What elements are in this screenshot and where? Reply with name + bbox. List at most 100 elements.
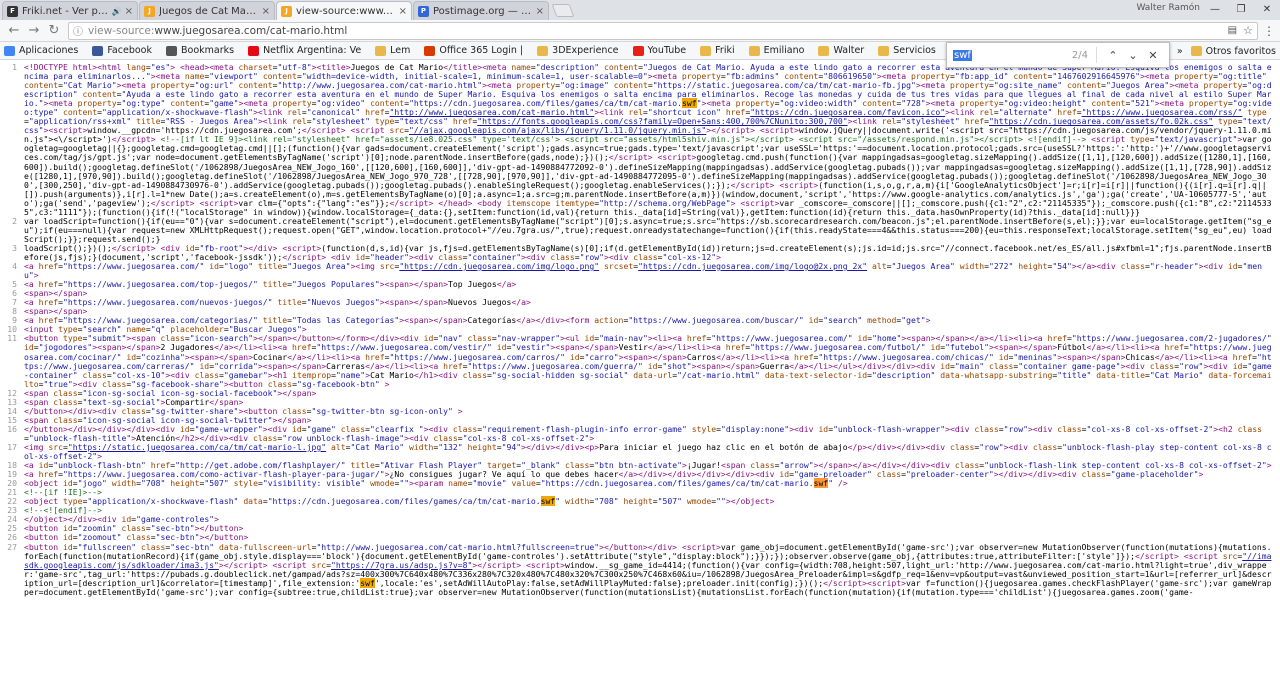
url-prefix: view-source: (88, 24, 155, 37)
bookmark-item[interactable]: YouTube (632, 45, 687, 56)
line-code: loadScript();})();</script> <div id="fb-… (24, 242, 1272, 262)
tab-3[interactable]: Jview-source:www.juegosa× (276, 1, 412, 20)
source-view: 1 <!DOCTYPE html><html lang="es"> <head><… (0, 61, 1280, 693)
tab-favicon-icon: P (418, 5, 429, 17)
page-action-icon[interactable]: ▤ (1228, 25, 1237, 36)
profile-name[interactable]: Walter Ramón (1136, 3, 1200, 13)
bookmark-label: Netflix Argentina: Ve (263, 45, 362, 56)
bookmark-favicon-icon (4, 45, 15, 56)
browser-toolbar: ← → ↻ ⓘ view-source:www.juegosarea.com/c… (0, 20, 1280, 42)
tab-title: Juegos de Cat Mario (159, 5, 259, 17)
close-window-button[interactable]: ✕ (1254, 0, 1280, 18)
line-number: 1 (12, 62, 17, 72)
line-code: <!DOCTYPE html><html lang="es"> <head><m… (24, 62, 1272, 217)
url-text: www.juegosarea.com/cat-mario.html (154, 24, 348, 37)
line-number: 2 (12, 215, 17, 226)
bookmark-favicon-icon (818, 45, 830, 56)
bookmark-label: Friki (715, 45, 735, 56)
tab-title: Friki.net - Ver perfil: m (22, 5, 109, 17)
line-number: 17 (7, 442, 17, 452)
line-code: <button id="fullscreen" class="sec-btn" … (24, 541, 1272, 597)
address-bar[interactable]: ⓘ view-source:www.juegosarea.com/cat-mar… (68, 21, 1258, 40)
tab-close-icon[interactable]: × (262, 6, 270, 17)
tab-4[interactable]: P Postimage.org — free im× (413, 1, 549, 20)
bookmark-label: Office 365 Login | (439, 45, 524, 56)
line-code: <img src="https://static.juegosarea.com/… (24, 442, 1272, 462)
bookmarks-overflow-button[interactable]: » (1177, 46, 1183, 57)
tab-close-icon[interactable]: × (536, 6, 544, 17)
tab-close-icon[interactable]: × (399, 6, 407, 17)
line-number: 11 (7, 333, 17, 344)
tab-favicon-icon: F (7, 5, 18, 17)
bookmark-item[interactable]: Bookmarks (165, 45, 235, 56)
find-input[interactable]: swf (953, 49, 1072, 61)
bookmark-label: Emiliano (763, 45, 805, 56)
line-number: 4 (12, 261, 17, 272)
line-code: <a href="https://www.juegosarea.com/top-… (24, 279, 517, 290)
bookmark-item[interactable]: Office 365 Login | (424, 45, 523, 56)
bookmark-favicon-icon (748, 45, 760, 56)
bookmark-star-icon[interactable]: ☆ (1243, 24, 1253, 37)
find-query: swf (953, 49, 972, 61)
folder-icon (1190, 46, 1202, 56)
tab-favicon-icon: J (281, 5, 292, 17)
line-number: 3 (12, 242, 17, 253)
tab-2[interactable]: J Juegos de Cat Mario × (139, 1, 275, 20)
bookmark-favicon-icon (537, 45, 549, 56)
line-code: var loadScript=function(){if(eu=="0"){va… (24, 215, 1272, 244)
bookmark-label: Aplicaciones (19, 45, 79, 56)
reload-icon[interactable]: ↻ (44, 22, 64, 40)
bookmark-favicon-icon (92, 45, 104, 56)
line-number: 27 (7, 541, 17, 552)
address-url[interactable]: view-source:www.juegosarea.com/cat-mario… (88, 25, 1228, 37)
tab-1[interactable]: F Friki.net - Ver perfil: m🔊× (2, 1, 138, 20)
bookmarks-right: » Otros favoritos (1177, 42, 1276, 59)
line-code: <a href="https://www.juegosarea.com/nuev… (24, 297, 531, 308)
maximize-button[interactable]: ❐ (1228, 0, 1254, 18)
tab-close-icon[interactable]: × (125, 6, 133, 17)
line-code: <object id="jogo" width="708" height="50… (24, 478, 848, 489)
line-number: 5 (12, 279, 17, 290)
window-controls: — ❐ ✕ (1202, 0, 1280, 18)
page-info-icon[interactable]: ⓘ (73, 23, 83, 38)
find-next-icon[interactable]: ⌄ (1123, 49, 1143, 62)
tab-title: Postimage.org — free im (433, 5, 533, 17)
line-number: 8 (12, 306, 17, 317)
bookmark-favicon-icon (375, 45, 387, 56)
other-bookmarks-folder[interactable]: Otros favoritos (1190, 45, 1276, 57)
bookmark-label: YouTube (647, 45, 687, 56)
forward-icon[interactable]: → (24, 22, 44, 40)
find-bar: swf 2/4 ⌃ ⌄ ✕ (946, 42, 1170, 68)
bookmark-label: Facebook (107, 45, 152, 56)
bookmark-item[interactable]: Netflix Argentina: Ve (248, 45, 361, 56)
line-code: <a href="https://www.juegosarea.com/" id… (24, 261, 1262, 281)
bookmark-favicon-icon (248, 45, 260, 56)
bookmark-favicon-icon (878, 45, 890, 56)
line-number: 7 (12, 297, 17, 308)
line-code: <button type="submit"><span class="icon-… (24, 333, 1272, 389)
back-icon[interactable]: ← (4, 22, 24, 40)
bookmark-item[interactable]: Servicios (878, 45, 936, 56)
bookmark-label: Servicios (893, 45, 936, 56)
bookmark-item[interactable]: 3DExperience (537, 45, 619, 56)
bookmark-item[interactable]: Walter (818, 45, 864, 56)
bookmark-favicon-icon (424, 45, 436, 56)
bookmark-item[interactable]: Emiliano (748, 45, 805, 56)
bookmark-label: Lem (390, 45, 411, 56)
find-previous-icon[interactable]: ⌃ (1103, 49, 1123, 62)
bookmark-item[interactable]: Friki (700, 45, 735, 56)
bookmark-favicon-icon (165, 45, 177, 56)
tab-strip: FFriki.net - Ver perfil: m🔊×JJuegos de C… (0, 0, 1280, 20)
new-tab-button[interactable] (551, 4, 575, 17)
bookmark-item[interactable]: Aplicaciones (4, 45, 78, 56)
find-count: 2/4 (1071, 49, 1088, 61)
minimize-button[interactable]: — (1202, 0, 1228, 18)
chrome-menu-icon[interactable]: ⋮ (1262, 24, 1276, 38)
find-close-icon[interactable]: ✕ (1143, 49, 1163, 62)
tab-audio-icon[interactable]: 🔊 (112, 7, 122, 16)
other-bookmarks-label: Otros favoritos (1205, 45, 1276, 57)
bookmark-item[interactable]: Facebook (92, 45, 152, 56)
bookmark-label: Bookmarks (180, 45, 235, 56)
bookmark-favicon-icon (632, 45, 644, 56)
bookmark-item[interactable]: Lem (375, 45, 410, 56)
